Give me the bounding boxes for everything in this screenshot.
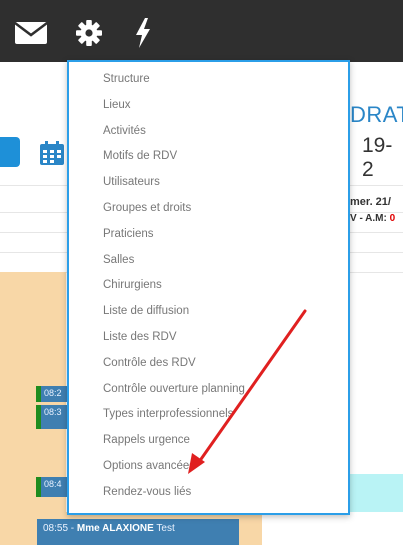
menu-item-types-interprofessionnels[interactable]: Types interprofessionnels	[69, 402, 348, 428]
menu-item-salles[interactable]: Salles	[69, 248, 348, 274]
menu-item-liste-des-rdv[interactable]: Liste des RDV	[69, 325, 348, 351]
am-counter-fragment: V - A.M: 0	[350, 213, 395, 224]
appointment-time: 08:4	[44, 479, 62, 489]
menu-item-rendez-vous-lies[interactable]: Rendez-vous liés	[69, 480, 348, 506]
page-heading-fragment: DRAT	[350, 102, 403, 127]
menu-item-options-avancees[interactable]: Options avancées	[69, 454, 348, 480]
menu-item-motifs-de-rdv[interactable]: Motifs de RDV	[69, 144, 348, 170]
am-counter-value: 0	[389, 213, 396, 224]
menu-item-groupes-et-droits[interactable]: Groupes et droits	[69, 196, 348, 222]
appointment-block[interactable]: 08:4	[36, 477, 67, 497]
previous-period-button[interactable]	[0, 137, 20, 167]
calendar-icon[interactable]	[39, 140, 65, 166]
day-header-fragment: mer. 21/	[350, 196, 391, 208]
menu-item-structure[interactable]: Structure	[69, 67, 348, 93]
menu-item-activites[interactable]: Activités	[69, 119, 348, 145]
am-counter-prefix: V - A.M:	[350, 213, 390, 224]
menu-item-chirurgiens[interactable]: Chirurgiens	[69, 273, 348, 299]
appointment-block[interactable]: 08:3	[36, 405, 67, 429]
appointment-bottom[interactable]: 08:55 - Mme ALAXIONE Test	[37, 519, 239, 545]
top-toolbar	[0, 0, 403, 62]
appointment-bottom-suffix: Test	[153, 523, 175, 534]
menu-item-lieux[interactable]: Lieux	[69, 93, 348, 119]
menu-item-controle-ouverture-planning[interactable]: Contrôle ouverture planning	[69, 377, 348, 403]
menu-item-praticiens[interactable]: Praticiens	[69, 222, 348, 248]
menu-list: Structure Lieux Activités Motifs de RDV …	[69, 67, 348, 506]
lightning-icon[interactable]	[132, 18, 154, 48]
appointment-bottom-time: 08:55 -	[43, 523, 77, 534]
menu-item-controle-des-rdv[interactable]: Contrôle des RDV	[69, 351, 348, 377]
appointment-time: 08:3	[44, 407, 62, 417]
appointment-bottom-name: Mme ALAXIONE	[76, 523, 154, 534]
appointment-block[interactable]: 08:2	[36, 386, 67, 402]
menu-item-utilisateurs[interactable]: Utilisateurs	[69, 170, 348, 196]
appointment-time: 08:2	[44, 388, 62, 398]
menu-item-liste-de-diffusion[interactable]: Liste de diffusion	[69, 299, 348, 325]
envelope-icon[interactable]	[14, 18, 48, 48]
menu-item-rappels-urgence[interactable]: Rappels urgence	[69, 428, 348, 454]
gear-icon[interactable]	[74, 18, 104, 48]
date-range-fragment: 19-2	[362, 134, 393, 181]
settings-dropdown-menu: Structure Lieux Activités Motifs de RDV …	[67, 60, 350, 515]
